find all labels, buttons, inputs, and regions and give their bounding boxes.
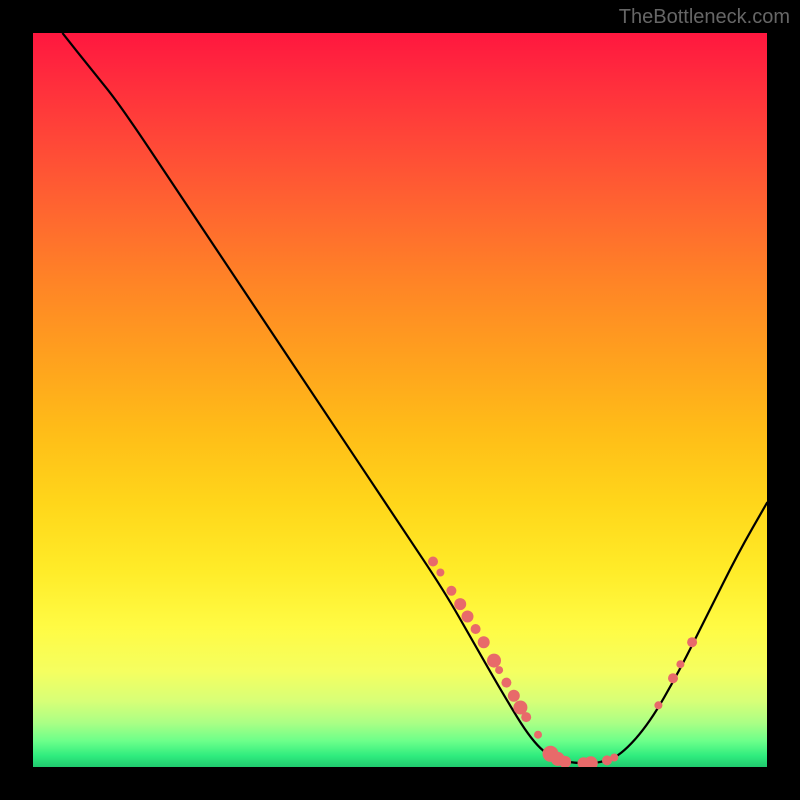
data-marker	[610, 754, 618, 762]
data-marker	[487, 654, 501, 668]
watermark-text: TheBottleneck.com	[619, 6, 790, 29]
data-marker	[495, 666, 503, 674]
data-marker	[462, 611, 474, 623]
data-marker	[428, 557, 438, 567]
chart-plot-area	[33, 33, 767, 767]
data-marker	[436, 569, 444, 577]
data-marker	[446, 586, 456, 596]
data-marker	[676, 660, 684, 668]
data-marker	[501, 678, 511, 688]
data-marker	[471, 624, 481, 634]
data-marker	[521, 712, 531, 722]
data-marker	[687, 637, 697, 647]
data-marker	[668, 673, 678, 683]
data-marker	[478, 636, 490, 648]
data-marker	[654, 701, 662, 709]
data-marker	[534, 731, 542, 739]
data-marker	[454, 598, 466, 610]
data-markers	[428, 557, 697, 768]
data-marker	[508, 690, 520, 702]
chart-svg	[33, 33, 767, 767]
bottleneck-curve	[62, 33, 767, 763]
